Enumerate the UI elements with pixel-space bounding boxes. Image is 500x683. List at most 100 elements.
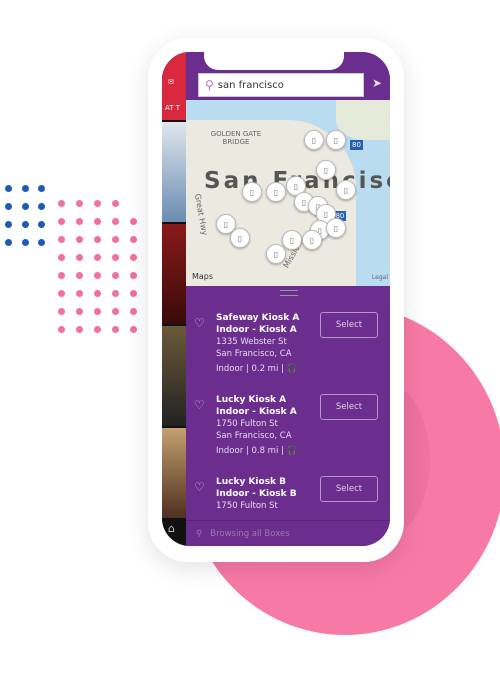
favorite-heart-icon[interactable]: ♡	[194, 316, 205, 330]
dot	[58, 272, 65, 279]
dot	[130, 254, 137, 261]
dot	[112, 308, 119, 315]
dot	[38, 203, 45, 210]
dot	[130, 272, 137, 279]
dot	[112, 272, 119, 279]
dot	[94, 200, 101, 207]
kiosk-list: ♡ Safeway Kiosk A Indoor - Kiosk A 1335 We…	[186, 286, 390, 520]
home-icon[interactable]: ⌂	[168, 522, 175, 535]
kiosk-map-pin[interactable]: ▯	[326, 218, 346, 238]
dot	[94, 236, 101, 243]
dot	[22, 239, 29, 246]
highway-shield: 80	[350, 140, 363, 150]
search-icon: ⚲	[205, 78, 214, 92]
kiosk-subtitle: Indoor - Kiosk A	[216, 407, 297, 417]
kiosk-details: Safeway Kiosk A Indoor - Kiosk A 1335 Webs…	[216, 312, 299, 375]
dot	[76, 236, 83, 243]
drag-handle[interactable]	[280, 290, 298, 296]
dot	[130, 326, 137, 333]
dot	[22, 221, 29, 228]
kiosk-list-item: ♡ Lucky Kiosk A Indoor - Kiosk A 1750 Fult…	[186, 394, 390, 474]
background-app-strip: ✉ AT T ⌂	[162, 52, 186, 546]
dot	[5, 185, 12, 192]
footer-text: Browsing all Boxes	[210, 529, 290, 539]
dot	[130, 218, 137, 225]
kiosk-street: 1750 Fulton St	[216, 419, 278, 429]
movie-poster	[162, 428, 186, 518]
kiosk-map-pin[interactable]: ▯	[242, 182, 262, 202]
kiosk-map-pin[interactable]: ▯	[266, 182, 286, 202]
dot	[94, 290, 101, 297]
dot	[112, 236, 119, 243]
favorite-heart-icon[interactable]: ♡	[194, 480, 205, 494]
kiosk-list-item: ♡ Safeway Kiosk A Indoor - Kiosk A 1335 We…	[186, 312, 390, 392]
kiosk-name: Safeway Kiosk A	[216, 313, 300, 323]
kiosk-map-pin[interactable]: ▯	[230, 228, 250, 248]
kiosk-details: Lucky Kiosk B Indoor - Kiosk B 1750 Fulton…	[216, 476, 297, 515]
kiosk-map-pin[interactable]: ▯	[282, 230, 302, 250]
kiosk-city: San Francisco, CA	[216, 349, 292, 359]
dot	[58, 254, 65, 261]
select-button[interactable]: Select	[320, 394, 378, 420]
kiosk-map-pin[interactable]: ▯	[302, 230, 322, 250]
kiosk-map-pin[interactable]: ▯	[304, 130, 324, 150]
phone-screen: ✉ AT T ⌂ ⚲ san francisco ➤ GOLDEN GATE BR…	[162, 52, 390, 546]
search-value: san francisco	[217, 79, 284, 91]
dot	[76, 326, 83, 333]
kiosk-name: Lucky Kiosk A	[216, 395, 287, 405]
dot	[76, 200, 83, 207]
dot	[5, 239, 12, 246]
dot	[5, 203, 12, 210]
dot	[58, 308, 65, 315]
dot	[38, 239, 45, 246]
dot	[112, 218, 119, 225]
kiosk-map-pin[interactable]: ▯	[266, 244, 286, 264]
dot	[94, 218, 101, 225]
dot	[58, 290, 65, 297]
movie-poster	[162, 224, 186, 324]
select-button[interactable]: Select	[320, 312, 378, 338]
dot	[76, 254, 83, 261]
dot	[58, 218, 65, 225]
dot	[38, 185, 45, 192]
kiosk-subtitle: Indoor - Kiosk A	[216, 325, 297, 335]
legal-link[interactable]: Legal	[372, 274, 388, 281]
dot	[76, 290, 83, 297]
headphones-icon: 🎧	[286, 446, 298, 456]
dot	[94, 254, 101, 261]
dot	[130, 236, 137, 243]
dot	[112, 200, 119, 207]
kiosk-map-pin[interactable]: ▯	[326, 130, 346, 150]
dot	[38, 221, 45, 228]
mail-icon: ✉	[168, 78, 174, 86]
maps-attribution: Maps	[192, 272, 214, 281]
dot	[22, 185, 29, 192]
dot	[58, 326, 65, 333]
search-input[interactable]: ⚲ san francisco	[198, 73, 364, 97]
kiosk-map-pin[interactable]: ▯	[336, 180, 356, 200]
map-view[interactable]: GOLDEN GATE BRIDGE San Francisco Great H…	[186, 100, 390, 286]
movie-poster	[162, 326, 186, 426]
headphones-icon: 🎧	[286, 364, 298, 374]
kiosk-city: San Francisco, CA	[216, 431, 292, 441]
dot	[76, 272, 83, 279]
phone-notch	[204, 52, 344, 70]
kiosk-street: 1750 Fulton St	[216, 501, 278, 511]
kiosk-map-pin[interactable]: ▯	[316, 160, 336, 180]
footer-bar: ⚲ Browsing all Boxes	[186, 520, 390, 546]
side-header: ✉ AT T	[162, 52, 186, 120]
favorite-heart-icon[interactable]: ♡	[194, 398, 205, 412]
select-button[interactable]: Select	[320, 476, 378, 502]
kiosk-subtitle: Indoor - Kiosk B	[216, 489, 297, 499]
dot	[112, 290, 119, 297]
dot	[94, 272, 101, 279]
dot	[130, 290, 137, 297]
dot	[94, 326, 101, 333]
dot	[22, 203, 29, 210]
location-pin-icon: ⚲	[196, 529, 203, 539]
kiosk-details: Lucky Kiosk A Indoor - Kiosk A 1750 Fulton…	[216, 394, 297, 457]
side-label: AT T	[165, 104, 181, 112]
location-arrow-icon[interactable]: ➤	[372, 76, 382, 90]
dot	[58, 236, 65, 243]
dot	[94, 308, 101, 315]
